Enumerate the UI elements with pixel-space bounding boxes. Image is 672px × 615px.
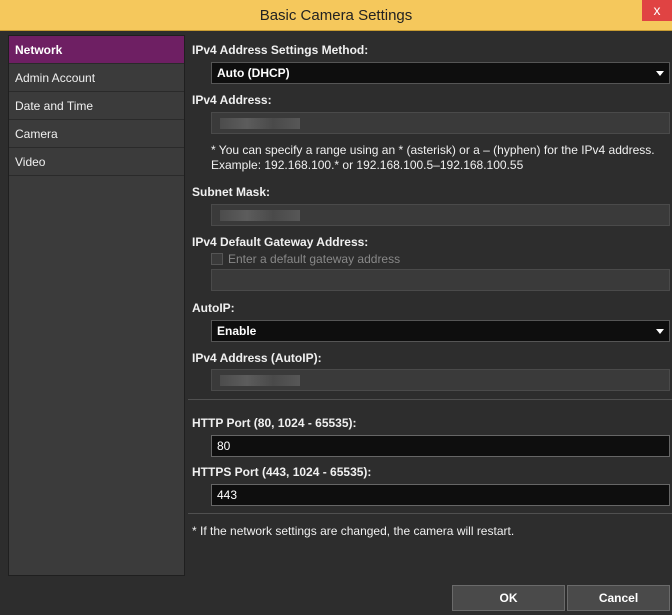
ipv4-method-label: IPv4 Address Settings Method: [192, 43, 369, 57]
settings-sidebar: Network Admin Account Date and Time Came… [8, 35, 185, 576]
autoip-label: AutoIP: [192, 301, 235, 315]
ipv4-range-note-line1: * You can specify a range using an * (as… [211, 143, 655, 157]
window-title: Basic Camera Settings [259, 7, 413, 24]
http-port-input[interactable]: 80 [211, 435, 670, 457]
gateway-checkbox-row[interactable]: Enter a default gateway address [211, 252, 400, 268]
close-button[interactable]: x [642, 0, 672, 21]
gateway-checkbox[interactable] [211, 253, 223, 265]
subnet-mask-field [211, 204, 670, 226]
ipv4-range-note-line2: Example: 192.168.100.* or 192.168.100.5–… [211, 158, 524, 172]
http-port-label: HTTP Port (80, 1024 - 65535): [192, 416, 357, 430]
sidebar-item-video[interactable]: Video [9, 148, 184, 176]
gateway-address-field [211, 269, 670, 291]
redacted-value [220, 375, 300, 386]
gateway-label: IPv4 Default Gateway Address: [192, 235, 369, 249]
ipv4-address-field [211, 112, 670, 134]
autoip-select[interactable]: Enable [211, 320, 670, 342]
autoip-address-label: IPv4 Address (AutoIP): [192, 351, 322, 365]
ok-button[interactable]: OK [452, 585, 565, 611]
ipv4-address-label: IPv4 Address: [192, 93, 272, 107]
https-port-input[interactable]: 443 [211, 484, 670, 506]
sidebar-item-date-and-time[interactable]: Date and Time [9, 92, 184, 120]
ipv4-method-select[interactable]: Auto (DHCP) [211, 62, 670, 84]
subnet-mask-label: Subnet Mask: [192, 185, 271, 199]
autoip-address-field [211, 369, 670, 391]
sidebar-item-admin-account[interactable]: Admin Account [9, 64, 184, 92]
https-port-label: HTTPS Port (443, 1024 - 65535): [192, 465, 372, 479]
section-divider [188, 399, 672, 400]
redacted-value [220, 210, 300, 221]
section-divider [188, 513, 672, 514]
gateway-checkbox-label: Enter a default gateway address [228, 252, 401, 266]
restart-footnote: * If the network settings are changed, t… [192, 524, 515, 538]
network-settings-panel: IPv4 Address Settings Method: Auto (DHCP… [186, 35, 672, 576]
sidebar-item-camera[interactable]: Camera [9, 120, 184, 148]
chevron-down-icon [656, 329, 664, 334]
sidebar-item-network[interactable]: Network [9, 36, 184, 64]
title-bar: Basic Camera Settings x [0, 0, 672, 31]
redacted-value [220, 118, 300, 129]
cancel-button[interactable]: Cancel [567, 585, 670, 611]
autoip-value: Enable [217, 324, 257, 338]
chevron-down-icon [656, 71, 664, 76]
ipv4-method-value: Auto (DHCP) [217, 66, 290, 80]
